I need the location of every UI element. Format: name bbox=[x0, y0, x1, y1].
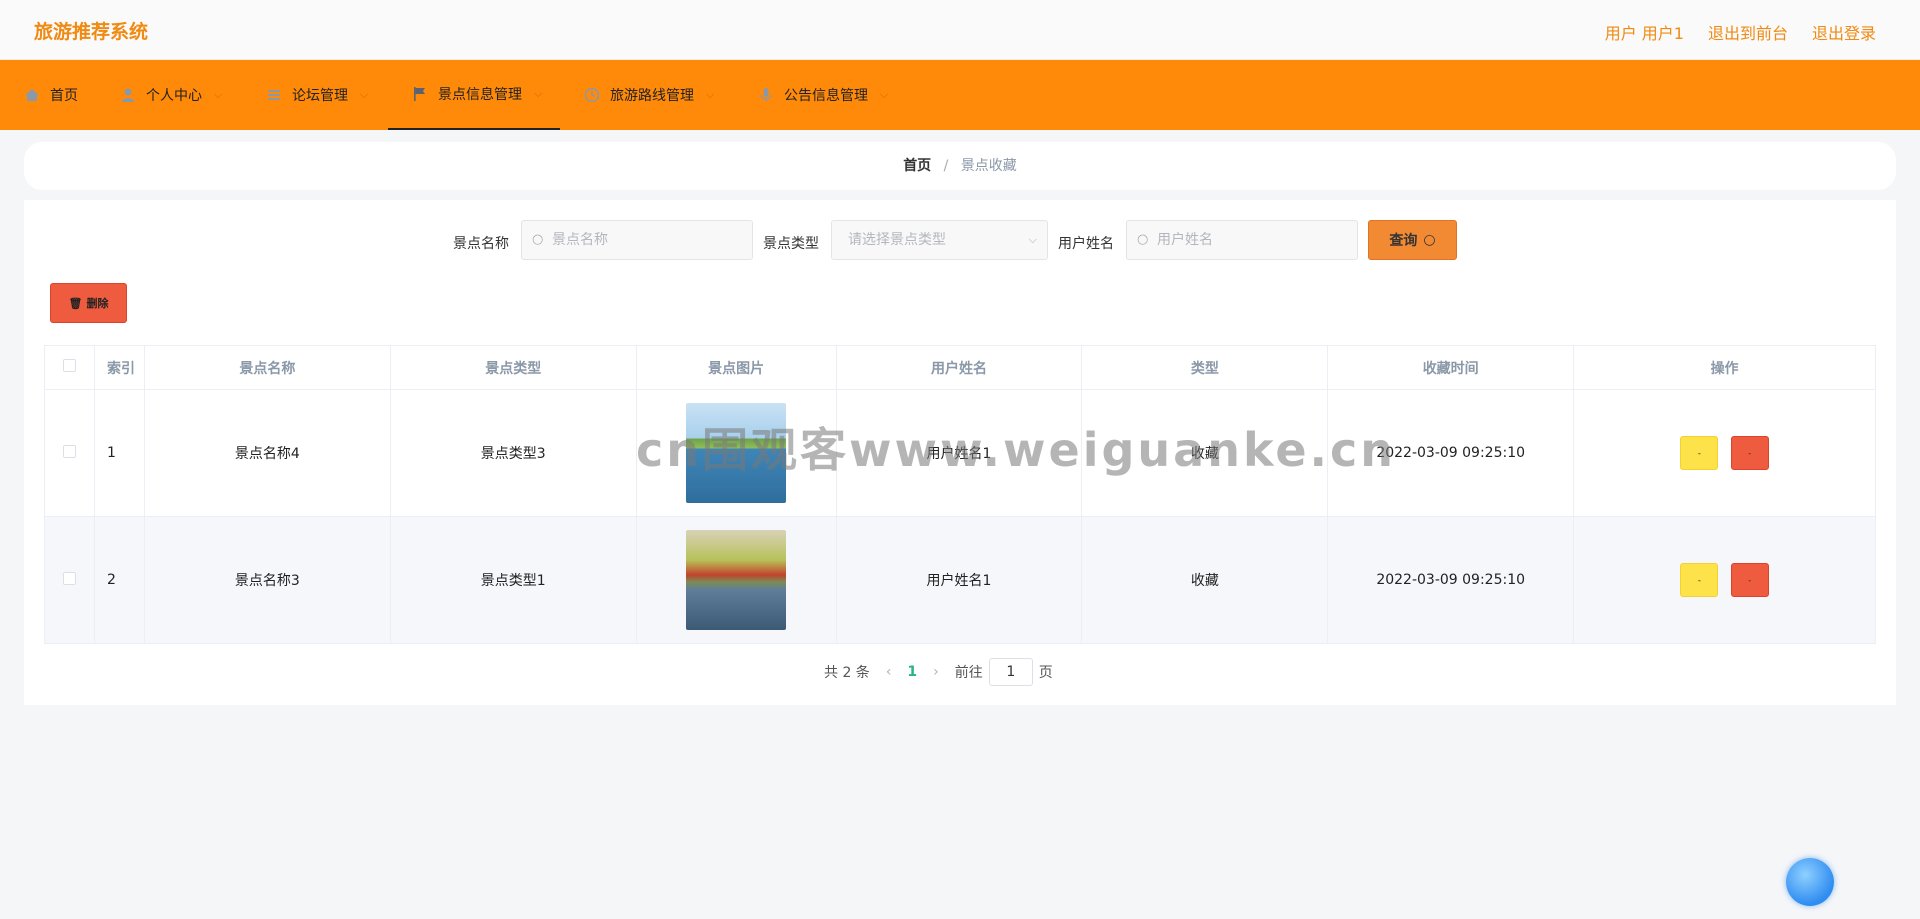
chevron-down-icon: ⌵ bbox=[1028, 233, 1037, 246]
chevron-down-icon: ⌵ bbox=[214, 88, 223, 101]
user-name-placeholder: 用户姓名 bbox=[1157, 232, 1213, 248]
breadcrumb: 首页 / 景点收藏 bbox=[24, 142, 1896, 190]
app-title: 旅游推荐系统 bbox=[34, 21, 149, 43]
scenic-type-label: 景点类型 bbox=[763, 236, 819, 252]
current-user-link[interactable]: 用户 用户1 bbox=[1605, 20, 1684, 44]
goto-suffix: 页 bbox=[1038, 665, 1053, 681]
nav-label: 首页 bbox=[50, 88, 78, 104]
nav-label: 个人中心 bbox=[146, 88, 202, 104]
row-kind: 收藏 bbox=[1081, 516, 1329, 644]
view-button[interactable]: - bbox=[1680, 436, 1719, 470]
header-favorite-time: 收藏时间 bbox=[1327, 345, 1575, 390]
page-number[interactable]: 1 bbox=[907, 664, 917, 680]
header-scenic-name: 景点名称 bbox=[143, 345, 391, 390]
nav-item-personal-center[interactable]: 个人中心 ⌵ bbox=[120, 60, 222, 130]
breadcrumb-separator: / bbox=[943, 158, 949, 174]
nav-label: 景点信息管理 bbox=[438, 87, 522, 103]
row-delete-button[interactable]: - bbox=[1730, 563, 1769, 597]
header-scenic-image: 景点图片 bbox=[635, 345, 837, 390]
select-all-checkbox[interactable] bbox=[62, 359, 76, 372]
header-kind: 类型 bbox=[1081, 345, 1329, 390]
chevron-left-icon[interactable]: ‹ bbox=[886, 664, 892, 680]
header-user-name: 用户姓名 bbox=[835, 345, 1083, 390]
nav-item-scenic-info[interactable]: 景点信息管理 ⌵ bbox=[388, 60, 560, 130]
scenic-name-placeholder: 景点名称 bbox=[552, 232, 608, 248]
row-checkbox[interactable] bbox=[62, 444, 76, 458]
user-name-label: 用户姓名 bbox=[1058, 236, 1114, 252]
user-name-input[interactable]: ○ 用户姓名 bbox=[1126, 220, 1358, 260]
pagination: 共 2 条 ‹ 1 › 前往 1 页 bbox=[824, 658, 1053, 686]
row-scenic-name: 景点名称4 bbox=[143, 389, 391, 517]
header-index: 索引 bbox=[93, 345, 145, 390]
search-icon: ○ bbox=[1423, 232, 1436, 248]
top-links: 用户 用户1 退出到前台 退出登录 bbox=[1605, 20, 1876, 44]
view-button[interactable]: - bbox=[1680, 563, 1719, 597]
nav-item-announcements[interactable]: 公告信息管理 ⌵ bbox=[758, 60, 888, 130]
query-button[interactable]: 查询 ○ bbox=[1368, 220, 1457, 260]
table-row: 2 景点名称3 景点类型1 用户姓名1 收藏 2022-03-09 09:25:… bbox=[44, 516, 1876, 644]
chevron-down-icon: ⌵ bbox=[534, 87, 543, 100]
nav-label: 论坛管理 bbox=[292, 88, 348, 104]
row-actions: - - bbox=[1573, 516, 1876, 644]
clock-icon bbox=[584, 87, 600, 103]
row-image-cell bbox=[635, 516, 837, 644]
flag-icon bbox=[414, 87, 425, 101]
row-index: 2 bbox=[93, 516, 145, 644]
chevron-right-icon[interactable]: › bbox=[933, 664, 939, 680]
scenic-name-input[interactable]: ○ 景点名称 bbox=[521, 220, 753, 260]
chevron-down-icon: ⌵ bbox=[360, 88, 369, 101]
scenic-name-label: 景点名称 bbox=[453, 236, 509, 252]
scenic-type-placeholder: 请选择景点类型 bbox=[848, 232, 946, 248]
watermark: cn围观客www.weiguanke.cn bbox=[636, 423, 1397, 477]
scenic-image[interactable] bbox=[686, 530, 787, 630]
search-icon: ○ bbox=[1137, 232, 1149, 247]
main-nav: 首页 个人中心 ⌵ 论坛管理 ⌵ 景点信息管理 ⌵ 旅游路线管理 ⌵ 公告信息管… bbox=[0, 60, 1920, 130]
delete-button[interactable]: 🗑 删除 bbox=[50, 283, 127, 323]
pagination-total: 共 2 条 bbox=[824, 665, 870, 681]
scenic-type-select[interactable]: 请选择景点类型 ⌵ bbox=[831, 220, 1048, 260]
query-label: 查询 bbox=[1389, 233, 1418, 249]
goto-label: 前往 bbox=[954, 665, 983, 681]
floating-assistant-button[interactable] bbox=[1786, 858, 1834, 906]
nav-item-home[interactable]: 首页 bbox=[24, 60, 78, 130]
favorites-table: 索引 景点名称 景点类型 景点图片 用户姓名 类型 收藏时间 操作 1 景点名称… bbox=[44, 345, 1876, 644]
search-icon: ○ bbox=[532, 232, 544, 247]
top-bar: 旅游推荐系统 用户 用户1 退出到前台 退出登录 bbox=[0, 0, 1920, 60]
row-actions: - - bbox=[1573, 389, 1876, 517]
header-actions: 操作 bbox=[1573, 345, 1876, 390]
header-scenic-type: 景点类型 bbox=[389, 345, 637, 390]
row-index: 1 bbox=[93, 389, 145, 517]
header-select-all bbox=[44, 345, 95, 390]
chevron-down-icon: ⌵ bbox=[706, 88, 715, 101]
nav-item-routes[interactable]: 旅游路线管理 ⌵ bbox=[584, 60, 714, 130]
breadcrumb-current: 景点收藏 bbox=[960, 158, 1017, 174]
row-select-cell bbox=[44, 516, 95, 644]
row-scenic-type: 景点类型3 bbox=[389, 389, 637, 517]
breadcrumb-home[interactable]: 首页 bbox=[903, 158, 931, 174]
exit-to-frontend-link[interactable]: 退出到前台 bbox=[1708, 20, 1788, 44]
chevron-down-icon: ⌵ bbox=[880, 88, 889, 101]
delete-label: 删除 bbox=[86, 297, 109, 310]
logout-link[interactable]: 退出登录 bbox=[1812, 20, 1876, 44]
nav-label: 公告信息管理 bbox=[784, 88, 868, 104]
row-user-name: 用户姓名1 bbox=[835, 516, 1083, 644]
nav-label: 旅游路线管理 bbox=[610, 88, 694, 104]
list-icon bbox=[268, 90, 280, 100]
table-header-row: 索引 景点名称 景点类型 景点图片 用户姓名 类型 收藏时间 操作 bbox=[44, 345, 1876, 390]
row-select-cell bbox=[44, 389, 95, 517]
row-scenic-name: 景点名称3 bbox=[143, 516, 391, 644]
trash-icon: 🗑 bbox=[68, 296, 83, 310]
row-favorite-time: 2022-03-09 09:25:10 bbox=[1327, 516, 1575, 644]
row-checkbox[interactable] bbox=[62, 571, 76, 585]
goto-page: 前往 1 页 bbox=[955, 658, 1053, 686]
row-scenic-type: 景点类型1 bbox=[389, 516, 637, 644]
mic-icon bbox=[760, 88, 772, 102]
nav-item-forum[interactable]: 论坛管理 ⌵ bbox=[266, 60, 368, 130]
goto-page-input[interactable]: 1 bbox=[988, 658, 1033, 686]
home-icon bbox=[25, 89, 39, 101]
row-delete-button[interactable]: - bbox=[1730, 436, 1769, 470]
user-icon bbox=[121, 88, 135, 102]
